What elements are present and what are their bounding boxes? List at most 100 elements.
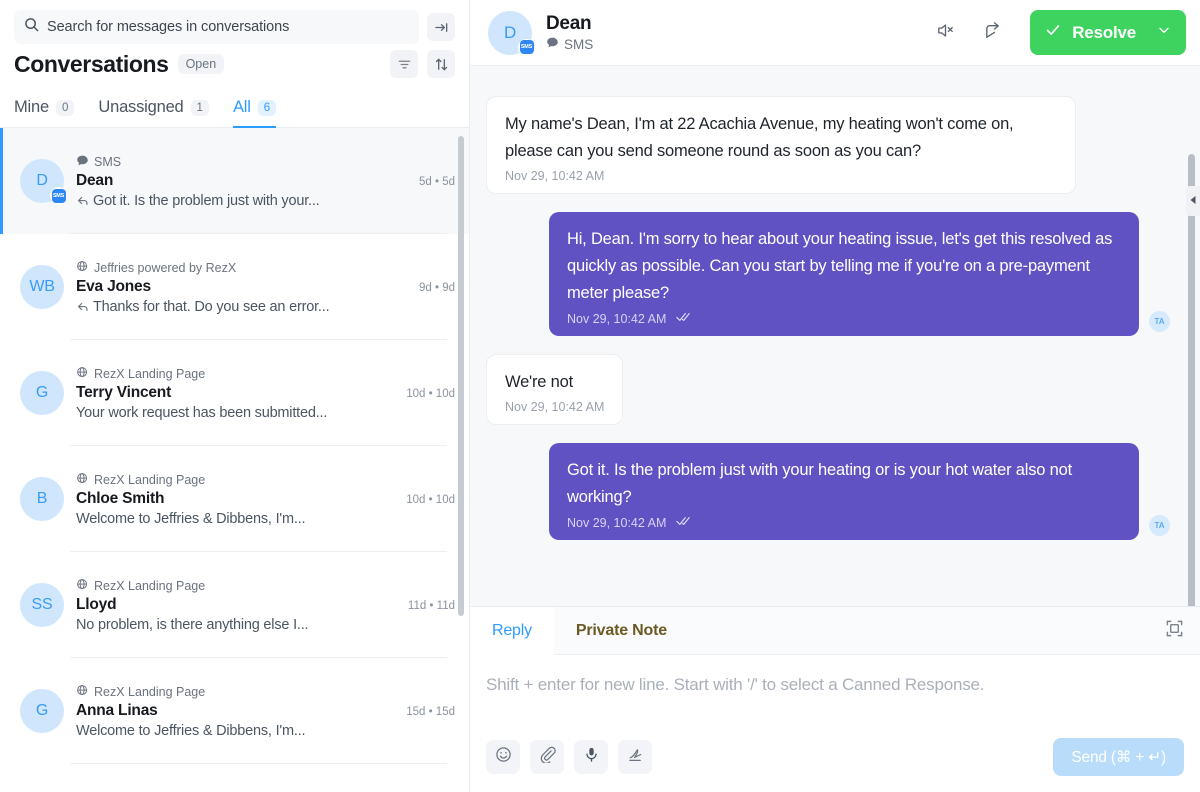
sms-badge-text: SMS [51,188,66,203]
mute-button[interactable] [928,16,962,50]
filter-button[interactable] [390,50,418,78]
message-timestamp: Nov 29, 10:42 AM [567,515,667,530]
reply-arrow-icon [76,194,90,208]
list-item-time: 10d • 10d [406,493,455,506]
message-thread[interactable]: My name's Dean, I'm at 22 Acachia Avenue… [470,66,1200,606]
message-row: Hi, Dean. I'm sorry to hear about your h… [486,212,1170,336]
avatar-initials: SS [20,583,64,627]
message-text: Hi, Dean. I'm sorry to hear about your h… [567,230,1113,302]
attachment-icon [539,746,556,768]
avatar: B [20,477,64,521]
message-text: We're not [505,373,573,391]
list-item-preview-text: No problem, is there anything else I... [76,616,309,633]
send-button[interactable]: Send (⌘ + ↵) [1053,738,1184,776]
list-item-preview-text: Thanks for that. Do you see an error... [93,298,330,315]
tab-label: All [232,98,251,116]
search-placeholder: Search for messages in conversations [47,19,290,35]
divider [70,763,447,764]
list-item-nameline: Chloe Smith 10d • 10d [76,490,455,508]
list-item-body: SMS Dean 5d • 5d Got it. Is the problem … [76,154,455,209]
globe-icon [76,684,89,700]
conversation-filter-tabs: Mine 0 Unassigned 1 All 6 [0,84,469,128]
attachment-button[interactable] [530,740,564,774]
avatar: D SMS [488,10,535,56]
chat-bubble-icon [546,36,559,52]
page-title: Conversations [14,50,169,77]
list-item[interactable]: WB Jeffries powered by RezX Eva Jones 9d… [0,234,469,340]
conversations-app: Search for messages in conversations Con… [0,0,1200,792]
reply-textarea[interactable]: Shift + enter for new line. Start with '… [470,655,1200,738]
resolve-dropdown-button[interactable] [1146,10,1182,55]
list-item[interactable]: B RezX Landing Page Chloe Smith 10d • 10… [0,446,469,552]
search-input[interactable]: Search for messages in conversations [14,10,419,44]
message-timestamp: Nov 29, 10:42 AM [567,311,667,326]
message-timestamp: Nov 29, 10:42 AM [505,400,605,414]
list-item[interactable]: D SMS SMS Dean 5d • 5d Got it. Is the pr… [0,128,469,234]
tab-mine[interactable]: Mine 0 [14,98,75,128]
microphone-button[interactable] [574,740,608,774]
list-item-body: RezX Landing Page Lloyd 11d • 11d No pro… [76,578,455,633]
list-item-preview: Welcome to Jeffries & Dibbens, I'm... [76,511,455,527]
list-item-preview-text: Your work request has been submitted... [76,404,328,421]
list-item[interactable]: G RezX Landing Page Anna Linas 15d • 15d [0,658,469,764]
tab-unassigned[interactable]: Unassigned 1 [98,98,209,128]
tab-label: Mine [14,98,49,116]
search-row: Search for messages in conversations [0,0,469,48]
resolve-button[interactable]: Resolve [1030,10,1186,55]
list-item-body: RezX Landing Page Chloe Smith 10d • 10d … [76,472,455,527]
list-item-preview-text: Welcome to Jeffries & Dibbens, I'm... [76,722,306,739]
conversation-list-scrollbar[interactable] [458,136,464,616]
sort-button[interactable] [427,50,455,78]
conversation-list[interactable]: D SMS SMS Dean 5d • 5d Got it. Is the pr… [0,128,469,792]
read-receipt-icon [676,515,693,530]
message-row: My name's Dean, I'm at 22 Acachia Avenue… [486,96,1170,194]
forward-button[interactable] [976,16,1010,50]
message-meta: Nov 29, 10:42 AM [567,311,1121,326]
emoji-button[interactable] [486,740,520,774]
list-item-nameline: Eva Jones 9d • 9d [76,278,455,296]
list-item-channel: RezX Landing Page [76,472,455,488]
composer-tabs: Reply Private Note [470,607,1200,655]
microphone-icon [583,746,600,768]
avatar: G [20,689,64,733]
message-row: Got it. Is the problem just with your he… [486,443,1170,540]
list-item[interactable]: G RezX Landing Page Terry Vincent 10d • … [0,340,469,446]
expand-composer-button[interactable] [1149,607,1200,654]
agent-avatar: TA [1149,311,1170,332]
list-item-name: Anna Linas [76,701,158,719]
tab-all[interactable]: All 6 [232,98,277,128]
list-item-channel-label: RezX Landing Page [94,366,206,381]
message-text: My name's Dean, I'm at 22 Acachia Avenue… [505,115,1014,160]
list-item-preview: Your work request has been submitted... [76,405,455,421]
check-icon [1044,21,1062,44]
reply-placeholder: Shift + enter for new line. Start with '… [486,675,985,694]
list-item-channel: RezX Landing Page [76,684,455,700]
chat-bubble-icon [76,154,89,170]
tab-private-note[interactable]: Private Note [554,607,689,654]
list-item-channel: RezX Landing Page [76,366,455,382]
message-bubble-incoming: We're not Nov 29, 10:42 AM [486,354,624,425]
message-meta: Nov 29, 10:42 AM [567,515,1121,530]
signature-button[interactable] [618,740,652,774]
message-thread-scrollbar[interactable] [1188,154,1195,606]
list-item-preview: Thanks for that. Do you see an error... [76,299,455,315]
list-item-channel-label: RezX Landing Page [94,684,206,699]
message-row: We're not Nov 29, 10:42 AM [486,354,1170,425]
message-meta: Nov 29, 10:42 AM [505,169,1057,183]
message-text: Got it. Is the problem just with your he… [567,461,1072,506]
globe-icon [76,472,89,488]
collapse-panel-button[interactable] [427,13,455,41]
collapse-panel-icon [434,20,449,35]
contact-name: Dean [546,13,592,34]
expand-icon [1165,619,1184,643]
list-item[interactable]: SS RezX Landing Page Lloyd 11d • 11d No … [0,552,469,658]
sort-icon [434,57,449,72]
tab-reply[interactable]: Reply [470,607,554,655]
list-item-preview-text: Got it. Is the problem just with your... [93,192,320,209]
composer-actions: Send (⌘ + ↵) [470,738,1200,792]
list-item-channel: SMS [76,154,455,170]
globe-icon [76,578,89,594]
collapse-details-button[interactable] [1186,186,1200,216]
avatar: G [20,371,64,415]
message-meta: Nov 29, 10:42 AM [505,400,604,414]
